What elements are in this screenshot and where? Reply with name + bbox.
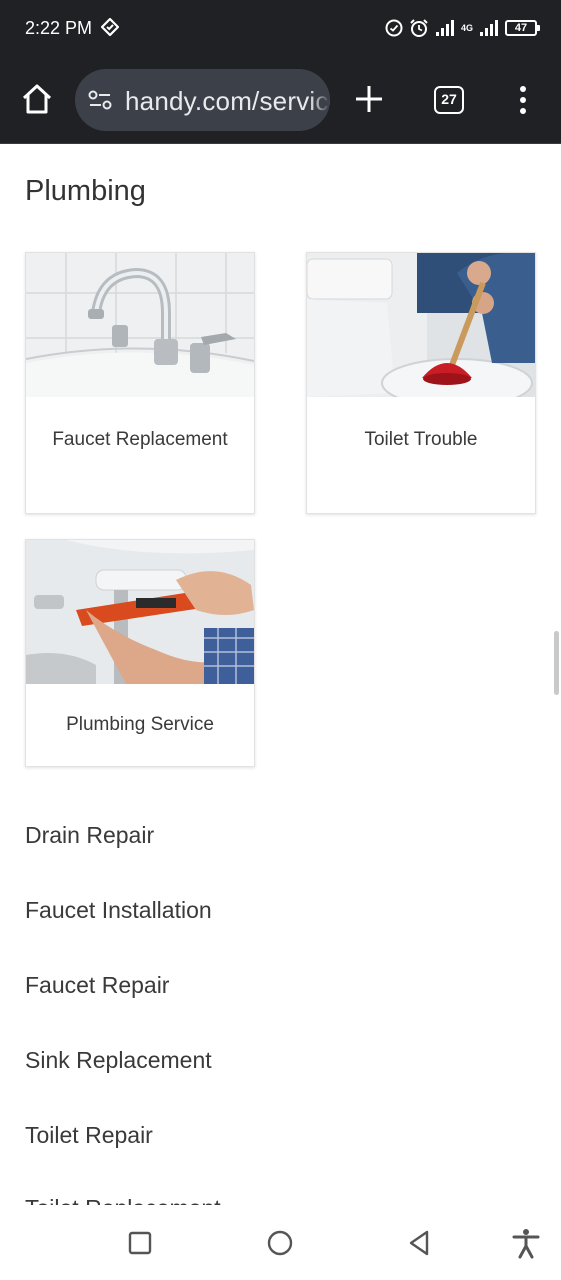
url-text[interactable]: handy.com/services/plumbing [125, 86, 330, 117]
url-fade [310, 69, 330, 131]
link-toilet-replacement[interactable]: Toilet Replacement [25, 1195, 221, 1205]
service-card-plumbing-service[interactable]: Plumbing Service [25, 539, 255, 767]
site-settings-icon[interactable] [88, 90, 112, 110]
link-toilet-repair[interactable]: Toilet Repair [25, 1122, 153, 1149]
status-bar: 2:22 PM 4G 47 [0, 0, 561, 56]
signal-icon-2 [480, 20, 498, 36]
tab-switcher-button[interactable]: 27 [434, 86, 464, 114]
network-type: 4G [460, 22, 473, 33]
toilet-plunger-image [307, 253, 535, 397]
faucet-image [26, 253, 254, 397]
service-card-faucet-replacement[interactable]: Faucet Replacement [25, 252, 255, 514]
back-icon[interactable] [403, 1227, 435, 1259]
signal-icon [435, 20, 454, 36]
card-label: Toilet Trouble [364, 429, 478, 450]
link-drain-repair[interactable]: Drain Repair [25, 822, 154, 849]
page-content: Plumbing Faucet Replacement Toilet Troub… [0, 145, 561, 1205]
data-saver-icon [101, 18, 119, 36]
browser-toolbar: handy.com/services/plumbing 27 [0, 56, 561, 144]
address-bar[interactable]: handy.com/services/plumbing [75, 69, 330, 131]
alarm-icon [410, 19, 428, 37]
status-time: 2:22 PM [25, 18, 93, 38]
recent-apps-icon[interactable] [124, 1227, 156, 1259]
scrollbar-thumb[interactable] [554, 631, 559, 695]
home-nav-icon[interactable] [264, 1227, 296, 1259]
battery-icon: 47 [505, 20, 540, 36]
system-nav-bar [0, 1205, 561, 1280]
new-tab-icon[interactable] [354, 84, 384, 114]
section-title: Plumbing [25, 175, 146, 207]
card-label: Plumbing Service [66, 714, 214, 735]
do-not-disturb-icon [385, 19, 403, 37]
link-faucet-installation[interactable]: Faucet Installation [25, 897, 212, 924]
home-icon[interactable] [20, 82, 54, 116]
link-faucet-repair[interactable]: Faucet Repair [25, 972, 169, 999]
link-sink-replacement[interactable]: Sink Replacement [25, 1047, 212, 1074]
plumber-wrench-image [26, 540, 254, 684]
more-menu-icon[interactable] [515, 84, 531, 116]
service-card-toilet-trouble[interactable]: Toilet Trouble [306, 252, 536, 514]
card-label: Faucet Replacement [52, 429, 228, 450]
status-icons: 4G 47 [385, 16, 540, 40]
accessibility-icon[interactable] [510, 1227, 542, 1259]
